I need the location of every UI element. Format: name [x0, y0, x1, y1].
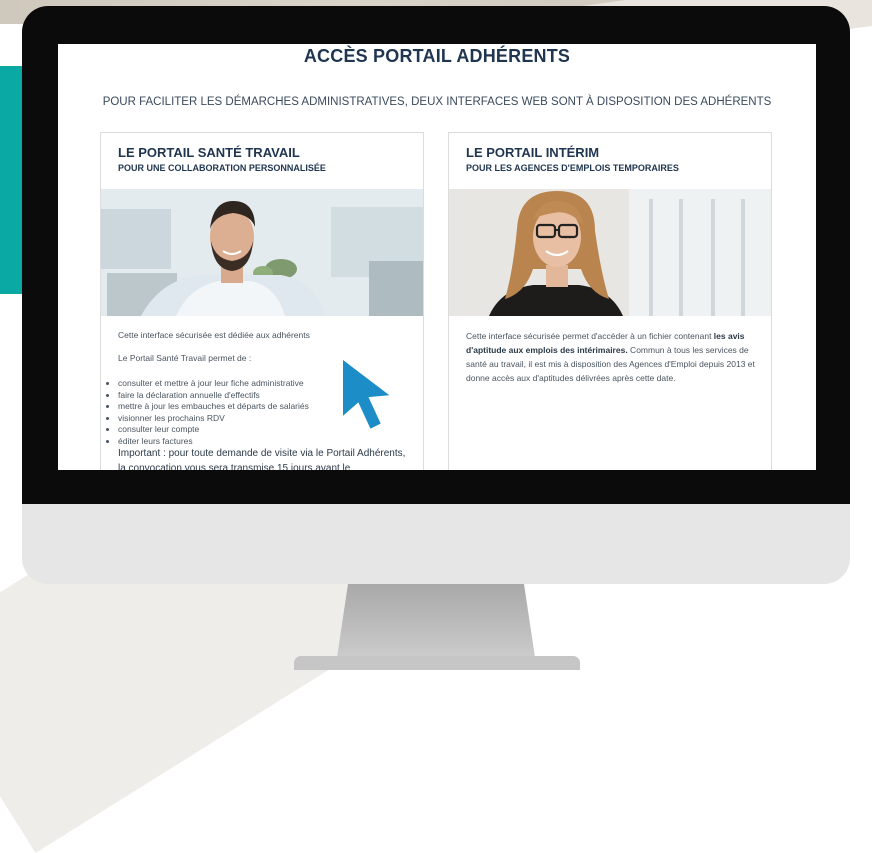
monitor-screen: ACCÈS PORTAIL ADHÉRENTS POUR FACILITER L… — [58, 44, 816, 470]
portal-card-interim[interactable]: LE PORTAIL INTÉRIM POUR LES AGENCES D'EM… — [448, 132, 772, 470]
arrow-cursor-icon — [338, 355, 396, 439]
list-item: faire la déclaration annuelle d'effectif… — [118, 390, 309, 402]
card-title: LE PORTAIL INTÉRIM — [466, 145, 600, 160]
list-item: consulter leur compte — [118, 424, 309, 436]
important-note: Important : pour toute demande de visite… — [118, 448, 406, 470]
photo-man-office — [101, 189, 423, 316]
monitor-chin — [22, 504, 850, 584]
monitor-stand — [336, 584, 536, 664]
card-subtitle: POUR LES AGENCES D'EMPLOIS TEMPORAIRES — [466, 163, 679, 173]
photo-woman-office — [449, 189, 771, 316]
list-item: visionner les prochains RDV — [118, 413, 309, 425]
list-item: consulter et mettre à jour leur fiche ad… — [118, 378, 309, 390]
feature-list: consulter et mettre à jour leur fiche ad… — [106, 378, 309, 447]
monitor-stand-base — [294, 656, 580, 670]
intro-text: Cette interface sécurisée permet d'accéd… — [466, 331, 714, 341]
page-subtitle: POUR FACILITER LES DÉMARCHES ADMINISTRAT… — [102, 96, 772, 108]
card-intro: Cette interface sécurisée permet d'accéd… — [466, 329, 758, 385]
page-title: ACCÈS PORTAIL ADHÉRENTS — [303, 46, 571, 66]
card-intro: Cette interface sécurisée est dédiée aux… — [118, 330, 310, 340]
card-list-heading: Le Portail Santé Travail permet de : — [118, 353, 252, 363]
card-title: LE PORTAIL SANTÉ TRAVAIL — [118, 145, 300, 160]
card-subtitle: POUR UNE COLLABORATION PERSONNALISÉE — [118, 163, 326, 173]
list-item: mettre à jour les embauches et départs d… — [118, 401, 309, 413]
